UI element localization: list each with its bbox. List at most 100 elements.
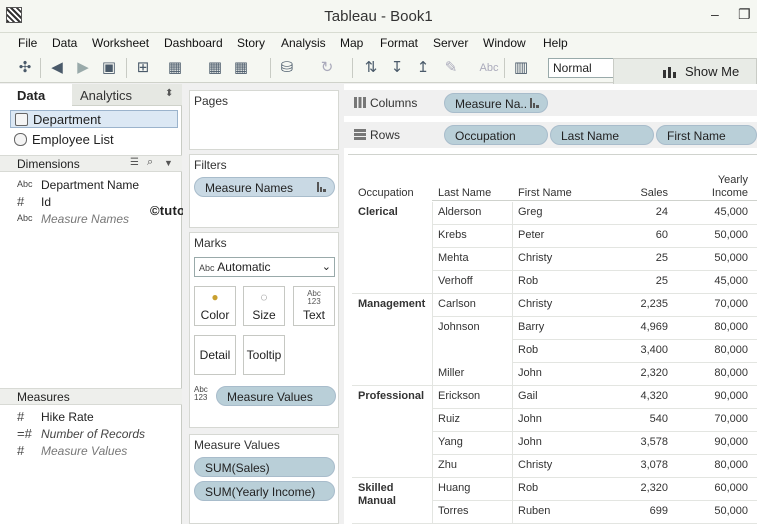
highlight-icon[interactable]: ✎: [442, 59, 460, 77]
first-name-cell[interactable]: Rob: [518, 275, 538, 287]
income-cell[interactable]: 90,000: [678, 436, 748, 448]
last-name-cell[interactable]: Torres: [438, 505, 469, 517]
duplicate-sheet-icon[interactable]: ▦: [206, 59, 224, 77]
income-cell[interactable]: 80,000: [678, 367, 748, 379]
clear-sheet-icon[interactable]: ▦: [232, 59, 250, 77]
header-yearly[interactable]: Yearly: [678, 174, 748, 186]
income-cell[interactable]: 70,000: [678, 298, 748, 310]
last-name-cell[interactable]: Verhoff: [438, 275, 473, 287]
sales-cell[interactable]: 24: [598, 206, 668, 218]
pill-sum-yearly-income[interactable]: SUM(Yearly Income): [194, 481, 335, 501]
sales-cell[interactable]: 699: [598, 505, 668, 517]
columns-shelf[interactable]: Columns Measure Na..: [344, 90, 757, 116]
menu-help[interactable]: Help: [543, 36, 568, 50]
menu-window[interactable]: Window: [483, 36, 526, 50]
sales-cell[interactable]: 2,320: [598, 367, 668, 379]
text-button[interactable]: Abc 123 Text: [293, 286, 335, 326]
datasource-department[interactable]: Department: [10, 110, 178, 128]
last-name-cell[interactable]: Mehta: [438, 252, 469, 264]
sales-cell[interactable]: 2,320: [598, 482, 668, 494]
income-cell[interactable]: 80,000: [678, 321, 748, 333]
rows-pill-occupation[interactable]: Occupation: [444, 125, 548, 145]
first-name-cell[interactable]: Christy: [518, 459, 552, 471]
bar-chart-icon[interactable]: ▥: [512, 59, 530, 77]
chevron-down-icon[interactable]: ▼: [164, 158, 173, 168]
filters-card[interactable]: Filters Measure Names: [189, 154, 339, 228]
last-name-cell[interactable]: Yang: [438, 436, 463, 448]
last-name-cell[interactable]: Miller: [438, 367, 464, 379]
swap-rows-columns-icon[interactable]: ⇅: [362, 59, 380, 77]
last-name-cell[interactable]: Johnson: [438, 321, 480, 333]
first-name-cell[interactable]: Christy: [518, 298, 552, 310]
last-name-cell[interactable]: Zhu: [438, 459, 457, 471]
tooltip-button[interactable]: Tooltip: [243, 335, 285, 375]
size-button[interactable]: ◌ Size: [243, 286, 285, 326]
last-name-cell[interactable]: Huang: [438, 482, 470, 494]
first-name-cell[interactable]: Gail: [518, 390, 538, 402]
menu-worksheet[interactable]: Worksheet: [92, 36, 149, 50]
back-arrow-icon[interactable]: ◀: [48, 59, 66, 77]
occupation-cell[interactable]: Management: [358, 298, 425, 310]
sales-cell[interactable]: 2,235: [598, 298, 668, 310]
last-name-cell[interactable]: Erickson: [438, 390, 480, 402]
last-name-cell[interactable]: Krebs: [438, 229, 467, 241]
sort-ascending-icon[interactable]: ↧: [388, 59, 406, 77]
search-icon[interactable]: ⌕: [147, 156, 153, 169]
pane-menu-icon[interactable]: ⬍: [165, 88, 173, 99]
income-cell[interactable]: 50,000: [678, 252, 748, 264]
sales-cell[interactable]: 4,320: [598, 390, 668, 402]
forward-arrow-icon[interactable]: ▶: [74, 59, 92, 77]
rows-pill-last-name[interactable]: Last Name: [550, 125, 654, 145]
rows-shelf[interactable]: Rows Occupation Last Name First Name: [344, 122, 757, 148]
new-worksheet-icon[interactable]: ▦: [166, 59, 184, 77]
show-me-button[interactable]: Show Me: [613, 58, 757, 85]
income-cell[interactable]: 90,000: [678, 390, 748, 402]
first-name-cell[interactable]: Greg: [518, 206, 542, 218]
income-cell[interactable]: 45,000: [678, 275, 748, 287]
first-name-cell[interactable]: Peter: [518, 229, 544, 241]
detail-button[interactable]: Detail: [194, 335, 236, 375]
income-cell[interactable]: 80,000: [678, 459, 748, 471]
new-data-source-icon[interactable]: ⊞: [134, 59, 152, 77]
header-sales[interactable]: Sales: [598, 187, 668, 199]
occupation-cell[interactable]: Manual: [358, 495, 396, 507]
mark-type-dropdown[interactable]: Abc Automatic ⌄: [194, 257, 335, 277]
filter-pill-measure-names[interactable]: Measure Names: [194, 177, 335, 197]
last-name-cell[interactable]: Carlson: [438, 298, 476, 310]
database-icon[interactable]: ⛁: [278, 59, 296, 77]
columns-pill-measure-names[interactable]: Measure Na..: [444, 93, 548, 113]
minimize-button[interactable]: –: [711, 6, 719, 22]
first-name-cell[interactable]: Barry: [518, 321, 544, 333]
first-name-cell[interactable]: John: [518, 367, 542, 379]
first-name-cell[interactable]: Rob: [518, 344, 538, 356]
first-name-cell[interactable]: Christy: [518, 252, 552, 264]
income-cell[interactable]: 50,000: [678, 229, 748, 241]
sales-cell[interactable]: 60: [598, 229, 668, 241]
income-cell[interactable]: 45,000: [678, 206, 748, 218]
save-icon[interactable]: ▣: [100, 59, 118, 77]
view-list-icon[interactable]: ☰: [130, 157, 139, 168]
refresh-icon[interactable]: ↻: [318, 59, 336, 77]
occupation-cell[interactable]: Skilled: [358, 482, 393, 494]
income-cell[interactable]: 50,000: [678, 505, 748, 517]
header-first-name[interactable]: First Name: [518, 187, 572, 199]
menu-format[interactable]: Format: [380, 36, 418, 50]
pages-card[interactable]: Pages: [189, 90, 339, 150]
occupation-cell[interactable]: Professional: [358, 390, 424, 402]
rows-pill-first-name[interactable]: First Name: [656, 125, 757, 145]
header-income[interactable]: Income: [678, 187, 748, 199]
sales-cell[interactable]: 3,078: [598, 459, 668, 471]
first-name-cell[interactable]: Ruben: [518, 505, 550, 517]
menu-story[interactable]: Story: [237, 36, 265, 50]
fit-dropdown[interactable]: Normal: [548, 58, 614, 78]
menu-map[interactable]: Map: [340, 36, 363, 50]
crosstab-view[interactable]: Occupation Last Name First Name Sales Ye…: [348, 154, 757, 524]
sales-cell[interactable]: 25: [598, 252, 668, 264]
header-last-name[interactable]: Last Name: [438, 187, 491, 199]
income-cell[interactable]: 60,000: [678, 482, 748, 494]
menu-server[interactable]: Server: [433, 36, 468, 50]
first-name-cell[interactable]: John: [518, 413, 542, 425]
menu-file[interactable]: File: [18, 36, 37, 50]
sales-cell[interactable]: 540: [598, 413, 668, 425]
income-cell[interactable]: 70,000: [678, 413, 748, 425]
